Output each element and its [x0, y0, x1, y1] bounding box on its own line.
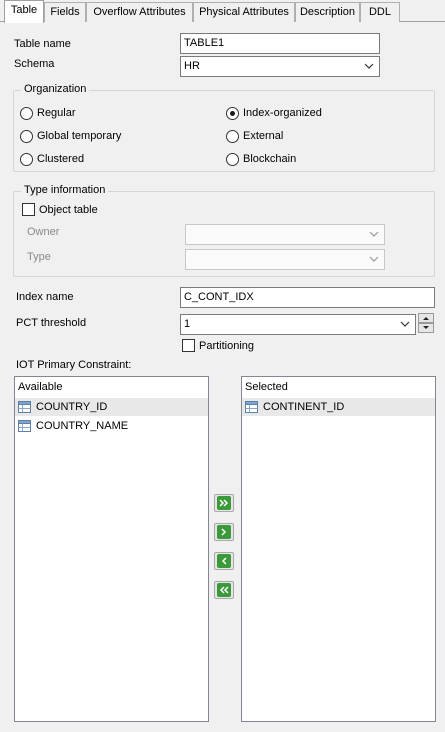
owner-label: Owner: [27, 226, 60, 238]
pct-spin-down-button[interactable]: [418, 323, 434, 333]
radio-global-temporary[interactable]: [20, 130, 33, 143]
chevron-down-icon: [369, 231, 379, 237]
list-item-label: COUNTRY_NAME: [36, 420, 129, 432]
iot-primary-constraint-label: IOT Primary Constraint:: [16, 359, 132, 371]
tab-overflow-attributes[interactable]: Overflow Attributes: [86, 2, 193, 22]
partitioning-label: Partitioning: [199, 340, 255, 352]
owner-select[interactable]: [185, 224, 385, 245]
radio-clustered-label: Clustered: [37, 153, 85, 165]
tab-description[interactable]: Description: [295, 2, 360, 22]
list-item-label: COUNTRY_ID: [36, 401, 108, 413]
available-header: Available: [18, 381, 63, 393]
object-table-label: Object table: [39, 204, 98, 216]
table-name-label: Table name: [14, 38, 71, 50]
selected-list[interactable]: Selected CONTINENT_ID: [241, 376, 436, 722]
radio-index-organized-label: Index-organized: [243, 107, 322, 119]
chevron-left-icon: [217, 554, 231, 568]
selected-header: Selected: [245, 381, 288, 393]
radio-regular-label: Regular: [37, 107, 76, 119]
type-label: Type: [27, 251, 51, 263]
tab-bar: Table Fields Overflow Attributes Physica…: [0, 0, 445, 23]
chevron-down-icon: [400, 321, 410, 327]
table-column-icon: [18, 420, 31, 432]
table-column-icon: [18, 401, 31, 413]
move-all-left-button[interactable]: [214, 581, 234, 599]
table-name-input[interactable]: TABLE1: [180, 33, 380, 54]
object-table-checkbox[interactable]: [22, 203, 35, 216]
tab-physical-attributes[interactable]: Physical Attributes: [193, 2, 295, 22]
move-right-button[interactable]: [214, 523, 234, 541]
radio-external[interactable]: [226, 130, 239, 143]
list-item[interactable]: COUNTRY_NAME: [15, 417, 208, 435]
index-name-label: Index name: [16, 291, 74, 303]
double-chevron-left-icon: [217, 583, 231, 597]
index-name-input[interactable]: C_CONT_IDX: [180, 287, 435, 308]
chevron-right-icon: [217, 525, 231, 539]
radio-blockchain[interactable]: [226, 153, 239, 166]
schema-label: Schema: [14, 58, 55, 70]
caret-up-icon: [423, 317, 429, 320]
tab-ddl[interactable]: DDL: [360, 2, 400, 22]
schema-select[interactable]: HR: [180, 56, 380, 77]
available-list[interactable]: Available COUNTRY_ID COUNTRY_NAME: [14, 376, 209, 722]
list-item-label: CONTINENT_ID: [263, 401, 345, 413]
list-item[interactable]: COUNTRY_ID: [15, 398, 208, 416]
chevron-down-icon: [369, 256, 379, 262]
tab-fields[interactable]: Fields: [44, 2, 86, 22]
pct-threshold-label: PCT threshold: [16, 317, 87, 329]
pct-threshold-select[interactable]: 1: [180, 314, 416, 335]
caret-down-icon: [423, 326, 429, 329]
pct-threshold-value: 1: [184, 318, 191, 330]
radio-regular[interactable]: [20, 107, 33, 120]
partitioning-checkbox[interactable]: [182, 339, 195, 352]
radio-external-label: External: [243, 130, 284, 142]
type-information-title: Type information: [21, 184, 109, 196]
schema-value: HR: [184, 60, 200, 72]
move-all-right-button[interactable]: [214, 494, 234, 512]
list-item[interactable]: CONTINENT_ID: [242, 398, 435, 416]
table-column-icon: [245, 401, 258, 413]
radio-blockchain-label: Blockchain: [243, 153, 297, 165]
radio-index-organized[interactable]: [226, 107, 239, 120]
tab-table[interactable]: Table: [4, 0, 44, 23]
type-select[interactable]: [185, 249, 385, 270]
radio-clustered[interactable]: [20, 153, 33, 166]
pct-spin-up-button[interactable]: [418, 313, 434, 323]
radio-global-temporary-label: Global temporary: [37, 130, 122, 142]
move-left-button[interactable]: [214, 552, 234, 570]
chevron-down-icon: [364, 63, 374, 69]
double-chevron-right-icon: [217, 496, 231, 510]
organization-title: Organization: [21, 83, 90, 95]
